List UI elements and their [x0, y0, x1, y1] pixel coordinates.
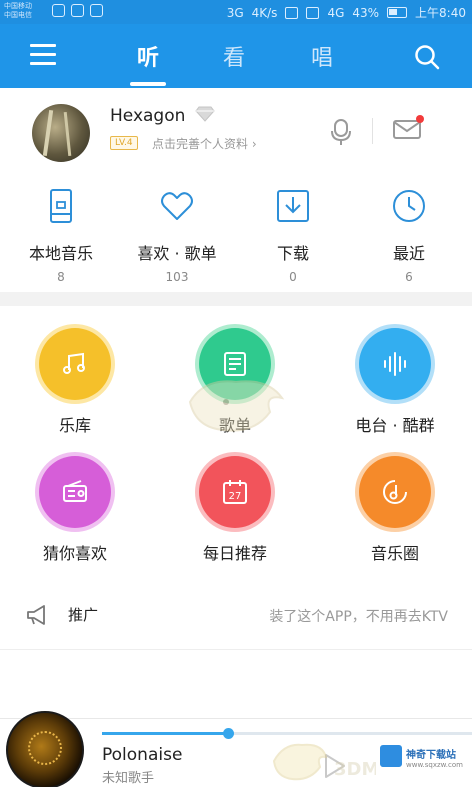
search-icon	[415, 45, 440, 70]
menu-button[interactable]	[30, 44, 56, 66]
download-icon	[277, 190, 309, 222]
calendar-icon: 27	[223, 480, 247, 504]
watermark-mascot-icon	[272, 743, 328, 781]
progress-knob[interactable]	[222, 728, 234, 739]
album-cover[interactable]	[6, 711, 84, 787]
notification-icon	[52, 4, 65, 17]
radio-icon	[63, 480, 87, 502]
music-note-icon	[63, 352, 85, 374]
profile-section: Hexagon LV.4 点击完善个人资料 ›	[0, 88, 472, 176]
song-artist: 未知歌手	[102, 771, 155, 786]
phone-music-icon	[50, 189, 72, 223]
notification-icon	[90, 4, 103, 17]
carrier-1: 中国移动	[4, 2, 32, 10]
quick-item-label: 本地音乐	[28, 244, 93, 263]
signal-2: 4G	[327, 5, 345, 20]
network-speed: 4K/s	[251, 5, 278, 20]
progress-bar[interactable]	[102, 728, 472, 739]
watermark-mascot-icon	[188, 380, 285, 432]
heart-icon	[161, 192, 193, 220]
grid-item-radio[interactable]: 电台 · 酷群	[320, 328, 470, 448]
quick-item-label: 喜欢 · 歌单	[137, 244, 217, 263]
grid-item-label: 猜你喜欢	[42, 544, 107, 563]
grid-item-label: 音乐圈	[370, 544, 419, 563]
quick-item-local-music[interactable]: 本地音乐 8	[2, 188, 120, 288]
music-circle-icon	[383, 480, 407, 504]
tab-listen[interactable]: 听	[128, 40, 168, 72]
quick-item-download[interactable]: 下载 0	[234, 188, 352, 288]
clock-icon	[393, 190, 425, 222]
diamond-icon	[195, 106, 215, 122]
status-notification-icons	[52, 4, 103, 17]
profile-hint[interactable]: 点击完善个人资料 ›	[152, 135, 257, 152]
grid-item-guess-you-like[interactable]: 猜你喜欢	[0, 456, 150, 576]
grid-item-label: 电台 · 酷群	[355, 416, 435, 435]
section-divider	[0, 292, 472, 306]
promo-text: 装了这个APP，不用再去KTV	[269, 609, 448, 625]
level-badge: LV.4	[110, 136, 138, 150]
watermark-sub-text: www.sqxzw.com	[406, 761, 463, 769]
battery-percent: 43%	[352, 5, 380, 20]
quick-item-label: 最近	[392, 244, 425, 263]
alarm-icon	[306, 6, 320, 19]
promo-label: 推广	[68, 606, 99, 624]
status-bar: 中国移动 中国电信 3G 4K/s 4G 43% 上午8:40	[0, 0, 472, 24]
tab-active-indicator	[130, 82, 166, 86]
grid-item-label: 乐库	[58, 416, 91, 435]
menu-bar	[30, 44, 56, 47]
quick-item-recent[interactable]: 最近 6	[350, 188, 468, 288]
carrier-2: 中国电信	[4, 11, 32, 19]
mini-player[interactable]: Polonaise 未知歌手 3DM 神奇下载站 www.sqxzw.com	[0, 711, 472, 787]
username[interactable]: Hexagon	[110, 106, 185, 126]
grid-item-label: 每日推荐	[202, 544, 267, 563]
song-title: Polonaise	[102, 745, 183, 765]
megaphone-icon	[27, 605, 45, 625]
grid-icon-circle: 27	[199, 456, 271, 528]
content-blank	[0, 650, 472, 720]
status-time: 上午8:40	[415, 6, 466, 20]
quick-item-label: 下载	[276, 244, 309, 263]
menu-bar	[30, 53, 56, 56]
quick-item-count: 103	[165, 270, 189, 284]
recognize-button[interactable]	[328, 118, 354, 146]
watermark-brand-text: 神奇下载站	[406, 750, 456, 761]
grid-item-library[interactable]: 乐库	[0, 328, 150, 448]
radio-wave-icon	[384, 352, 406, 376]
quick-item-favorites[interactable]: 喜欢 · 歌单 103	[118, 188, 236, 288]
quick-item-count: 6	[405, 270, 413, 284]
carrier-info: 中国移动 中国电信	[4, 2, 50, 22]
calendar-day: 27	[229, 491, 242, 502]
quick-item-count: 0	[289, 270, 297, 284]
search-button[interactable]	[414, 44, 440, 70]
quick-item-count: 8	[57, 270, 65, 284]
watermark-logo-icon	[380, 745, 402, 767]
grid-item-daily-picks[interactable]: 27 每日推荐	[160, 456, 310, 576]
grid-icon-circle	[359, 456, 431, 528]
divider	[372, 118, 373, 144]
grid-icon-circle	[359, 328, 431, 400]
promo-row[interactable]: 推广 装了这个APP，不用再去KTV	[0, 582, 472, 650]
watermark-badge: 神奇下载站 www.sqxzw.com	[376, 741, 468, 781]
battery-icon	[387, 7, 408, 18]
progress-fill	[102, 732, 228, 735]
microphone-icon	[331, 119, 351, 145]
tab-sing[interactable]: 唱	[302, 40, 342, 72]
top-nav: 听 看 唱	[0, 24, 472, 88]
unread-badge	[416, 115, 424, 123]
feature-grid: 乐库 歌单 电台 · 酷群	[0, 306, 472, 582]
grid-icon-circle	[39, 456, 111, 528]
notification-icon	[71, 4, 84, 17]
watermark-faint-text: 3DM	[334, 759, 380, 780]
status-right: 3G 4K/s 4G 43% 上午8:40	[227, 4, 466, 21]
avatar[interactable]	[32, 104, 90, 162]
headset-icon	[285, 6, 299, 19]
menu-bar	[30, 62, 56, 65]
grid-item-music-circle[interactable]: 音乐圈	[320, 456, 470, 576]
tab-watch[interactable]: 看	[214, 40, 254, 72]
signal-1: 3G	[226, 5, 244, 20]
quick-access-row: 本地音乐 8 喜欢 · 歌单 103 下载 0 最近 6	[0, 176, 472, 292]
grid-icon-circle	[39, 328, 111, 400]
